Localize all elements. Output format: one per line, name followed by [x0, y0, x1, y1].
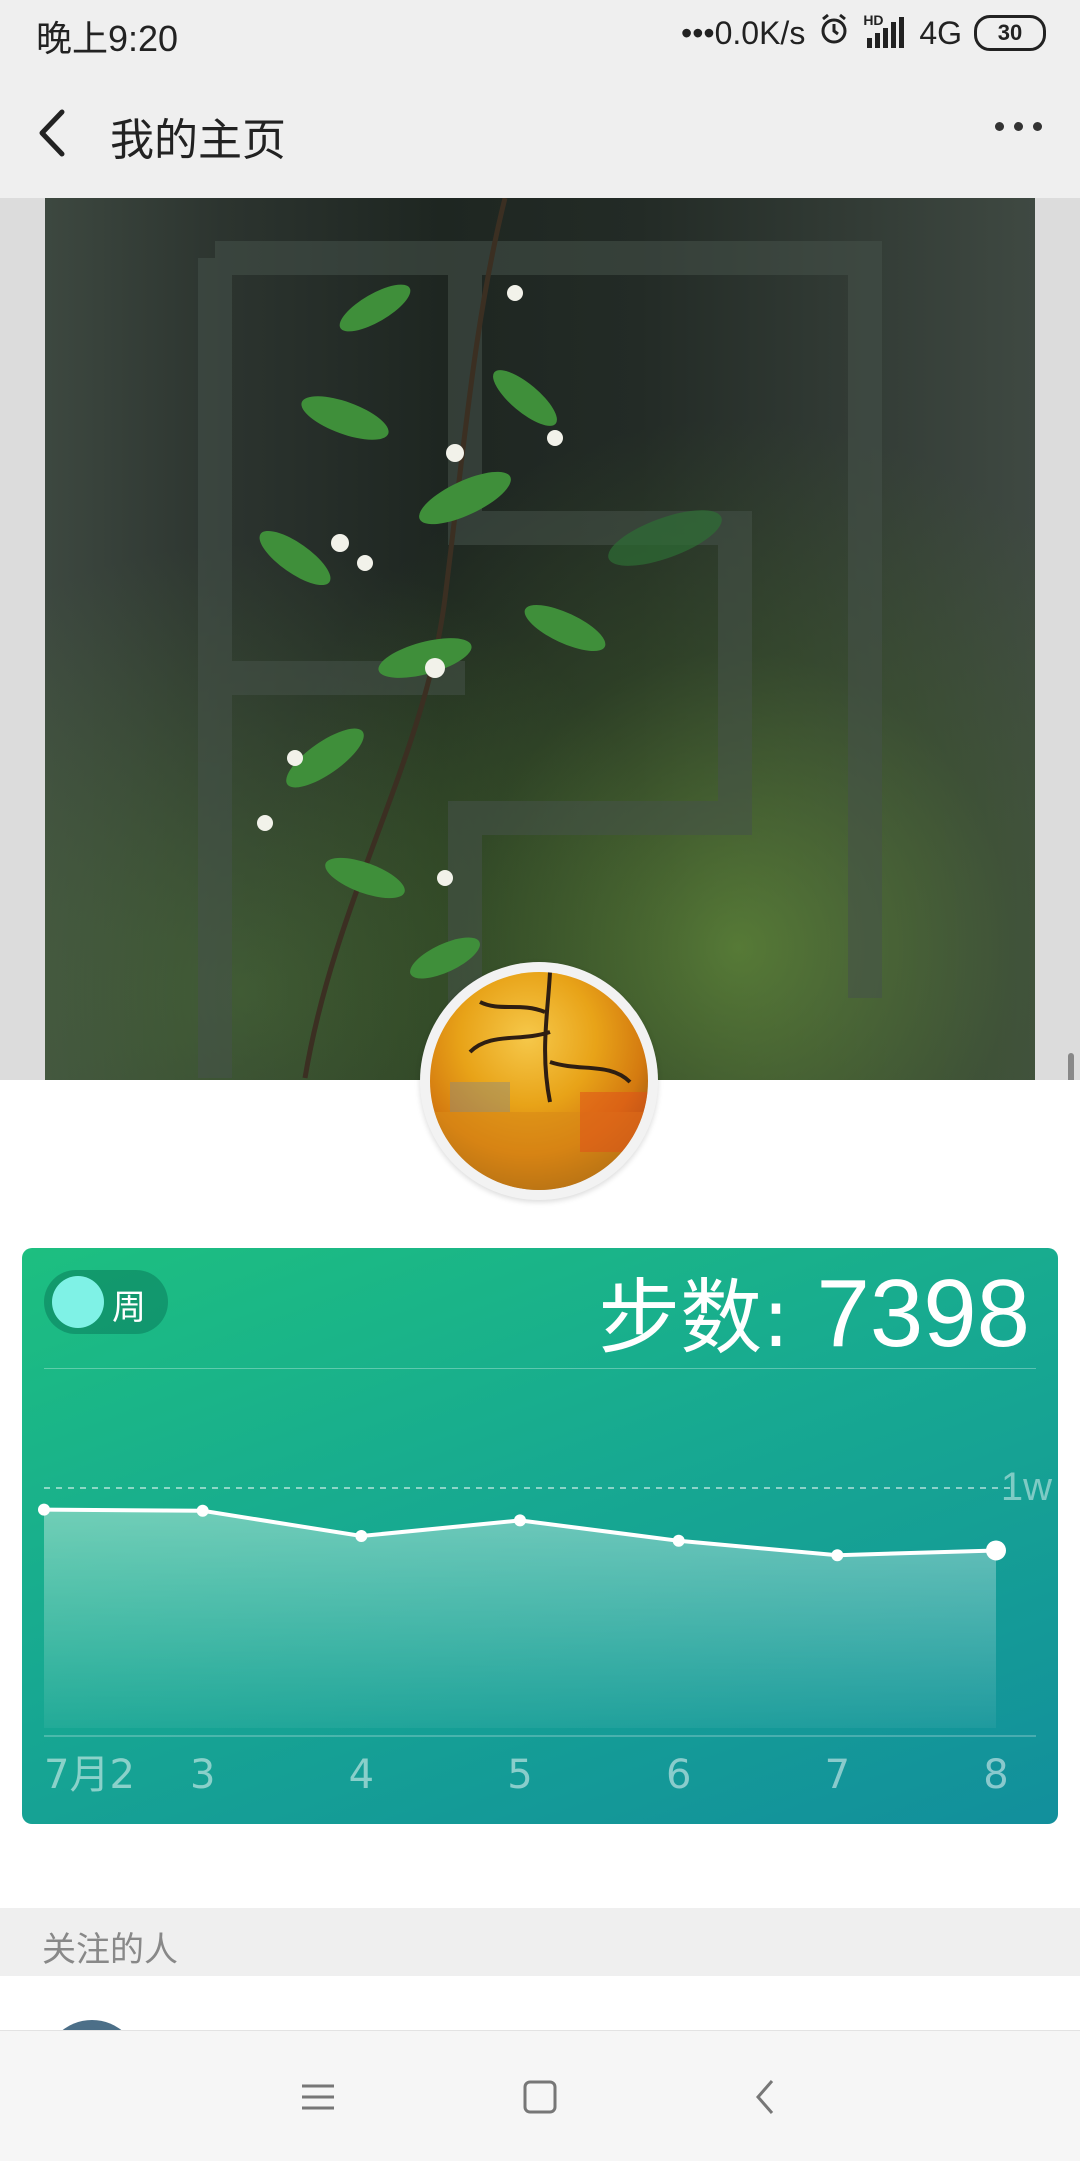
- data-point: [672, 1534, 685, 1547]
- back-button[interactable]: [30, 104, 84, 162]
- following-title: 关注的人: [42, 1930, 178, 1970]
- data-point: [38, 1503, 50, 1516]
- menu-button[interactable]: [294, 2073, 342, 2121]
- more-dot: [1033, 122, 1042, 131]
- x-tick-label: 7月2: [44, 1752, 135, 1798]
- more-horizontal-icon: [995, 122, 1004, 131]
- menu-icon: [302, 2084, 334, 2110]
- system-back-button[interactable]: [742, 2073, 790, 2121]
- more-button[interactable]: [995, 122, 1042, 131]
- x-tick-label: 6: [666, 1752, 691, 1798]
- home-button[interactable]: [516, 2073, 564, 2121]
- data-point-current: [986, 1540, 1006, 1561]
- steps-card: 周 步数: 7398 1w 7月2 3 4 5 6 7 8: [22, 1248, 1058, 1824]
- avatar-image: [430, 972, 648, 1190]
- avatar[interactable]: [420, 962, 658, 1200]
- x-tick-label: 7: [825, 1752, 850, 1798]
- home-square-icon: [523, 2080, 557, 2114]
- cover-photo[interactable]: [0, 198, 1080, 1080]
- back-triangle-icon: [756, 2080, 774, 2114]
- x-tick-label: 5: [507, 1752, 532, 1798]
- battery-icon: 30: [974, 15, 1046, 51]
- reference-line-label: 1w: [1001, 1465, 1052, 1509]
- x-tick-label: 8: [983, 1752, 1008, 1798]
- data-point: [196, 1504, 209, 1517]
- page-title: 我的主页: [110, 115, 286, 166]
- status-time: 晚上9:20: [36, 18, 179, 59]
- status-icons: •••0.0K/s HD 4G 30: [681, 12, 1046, 54]
- data-point: [355, 1530, 368, 1542]
- more-dot: [1014, 122, 1023, 131]
- top-navigation: 我的主页: [0, 68, 1080, 199]
- scroll-indicator[interactable]: [1068, 1053, 1074, 1080]
- status-bar: 晚上9:20 •••0.0K/s HD 4G 30: [0, 0, 1080, 68]
- data-point: [831, 1549, 844, 1562]
- chevron-left-icon: [39, 109, 65, 157]
- x-tick-label: 4: [349, 1752, 374, 1798]
- window-lattice-illustration: [198, 198, 882, 1079]
- signal-icon: HD: [863, 12, 907, 50]
- autumn-tree-illustration: [430, 972, 648, 1190]
- network-speed: •••0.0K/s: [680, 14, 806, 51]
- following-avatar[interactable]: [44, 2020, 140, 2030]
- following-list[interactable]: [0, 1976, 1080, 2030]
- steps-chart: 1w 7月2 3 4 5 6 7 8: [38, 1465, 1052, 1798]
- alarm-icon: [817, 12, 851, 54]
- network-type: 4G: [919, 14, 962, 51]
- data-point: [514, 1514, 526, 1527]
- series-area: [44, 1509, 996, 1728]
- system-navigation-bar: [0, 2030, 1080, 2161]
- following-section-header: 关注的人: [0, 1908, 1080, 1976]
- x-tick-label: 3: [190, 1752, 215, 1798]
